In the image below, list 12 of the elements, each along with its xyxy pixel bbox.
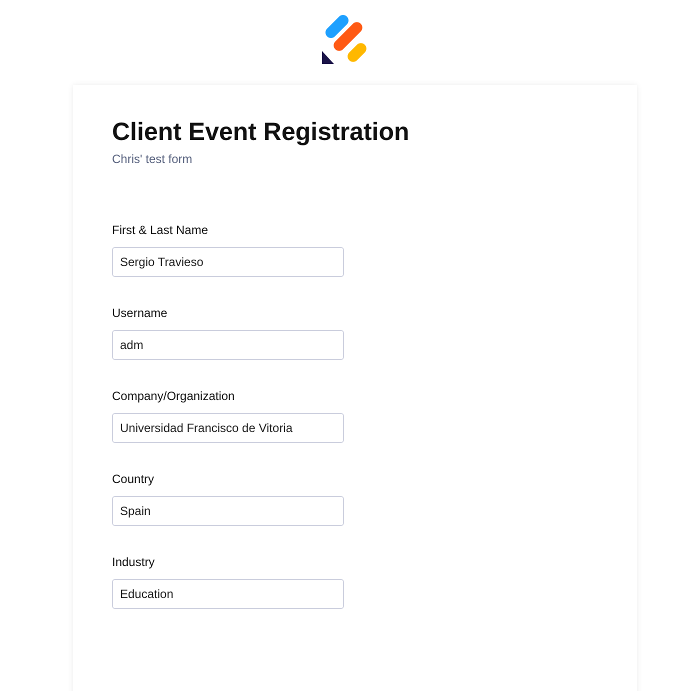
input-field[interactable]: Sergio Travieso <box>112 247 344 277</box>
input-field[interactable]: Spain <box>112 496 344 526</box>
field-label: Industry <box>112 554 156 570</box>
form-subtitle: Chris' test form <box>112 152 194 166</box>
input-field[interactable]: adm <box>112 330 344 360</box>
form-title: Client Event Registration <box>112 117 410 148</box>
field-label: Company/Organization <box>112 388 236 404</box>
field-label: First & Last Name <box>112 222 210 238</box>
field-label: Username <box>112 305 168 321</box>
input-field[interactable]: Universidad Francisco de Vitoria <box>112 413 344 443</box>
field-label: Country <box>112 471 156 487</box>
input-field[interactable]: Education <box>112 579 344 609</box>
